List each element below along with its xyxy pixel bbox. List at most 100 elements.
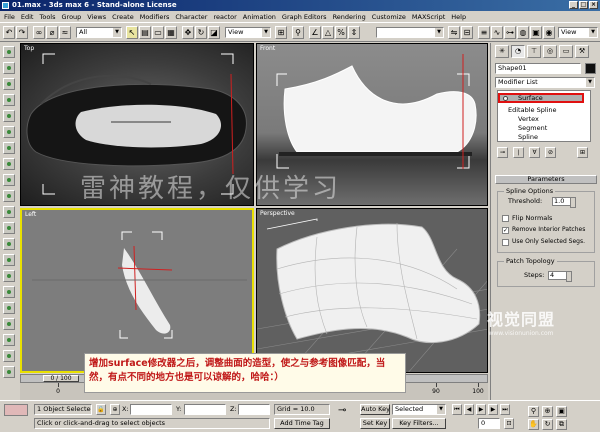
menu-animation[interactable]: Animation [243,13,276,21]
time-config-icon[interactable]: ⊡ [504,418,514,429]
modify-tab-icon[interactable]: ◔ [511,45,525,58]
stack-item-surface[interactable]: Surface [498,93,584,103]
key-mode-dropdown[interactable]: Selected [392,404,446,415]
link-icon[interactable]: ∞ [33,26,45,39]
reactor-tool-icon[interactable] [3,94,15,106]
previous-frame-icon[interactable]: ◀ [464,404,474,415]
remove-interior-checkbox[interactable]: ✓ [502,227,509,234]
viewport-perspective[interactable]: Perspective [256,208,488,373]
threshold-spinner[interactable]: 1.0 [552,197,576,208]
maximize-viewport-icon[interactable]: ⧉ [556,419,567,430]
auto-key-button[interactable]: Auto Key [360,404,390,415]
arc-rotate-icon[interactable]: ↻ [542,419,553,430]
reactor-tool-icon[interactable] [3,110,15,122]
menu-file[interactable]: File [4,13,15,21]
reactor-tool-icon[interactable] [3,222,15,234]
next-frame-icon[interactable]: ▶ [488,404,498,415]
snap-toggle-icon[interactable]: ∠ [309,26,321,39]
select-object-icon[interactable]: ↖ [126,26,138,39]
menu-tools[interactable]: Tools [39,13,55,21]
hierarchy-tab-icon[interactable]: ⊤ [527,45,541,58]
reactor-tool-icon[interactable] [3,270,15,282]
reference-coordinate-dropdown[interactable]: View [225,27,271,38]
angle-snap-icon[interactable]: △ [322,26,334,39]
select-manipulate-icon[interactable]: ⚲ [292,26,304,39]
play-icon[interactable]: ▶ [476,404,486,415]
select-rotate-icon[interactable]: ↻ [195,26,207,39]
lock-selection-icon[interactable]: 🔒 [96,404,106,415]
maximize-button[interactable]: □ [579,1,588,9]
pivot-center-icon[interactable]: ⊞ [275,26,287,39]
zoom-all-icon[interactable]: ⊕ [542,406,553,417]
reactor-tool-icon[interactable] [3,318,15,330]
reactor-tool-icon[interactable] [3,142,15,154]
schematic-view-icon[interactable]: ⊶ [504,26,516,39]
align-icon[interactable]: ⊟ [461,26,473,39]
select-move-icon[interactable]: ✥ [182,26,194,39]
show-end-result-icon[interactable]: ∣ [513,147,524,158]
y-coordinate-field[interactable] [184,404,226,415]
viewport-label[interactable]: Left [25,211,36,218]
menu-modifiers[interactable]: Modifiers [140,13,170,21]
reactor-tool-icon[interactable] [3,254,15,266]
reactor-tool-icon[interactable] [3,206,15,218]
menu-graph-editors[interactable]: Graph Editors [282,13,327,21]
select-by-name-icon[interactable]: ▤ [139,26,151,39]
pin-stack-icon[interactable]: ⊸ [497,147,508,158]
stack-item-spline[interactable]: Spline [518,133,538,141]
curve-editor-icon[interactable]: ∿ [491,26,503,39]
steps-spinner[interactable]: 4 [548,271,572,282]
reactor-tool-icon[interactable] [3,158,15,170]
menu-maxscript[interactable]: MAXScript [412,13,445,21]
viewport-left[interactable]: Left [20,208,254,373]
material-editor-icon[interactable]: ◍ [517,26,529,39]
set-key-button[interactable]: Set Key [360,418,390,429]
use-only-selected-checkbox[interactable] [502,239,509,246]
menu-customize[interactable]: Customize [372,13,406,21]
zoom-extents-icon[interactable]: ▣ [556,406,567,417]
time-slider-thumb[interactable]: 0 / 100 [43,375,79,382]
reactor-tool-icon[interactable] [3,46,15,58]
close-button[interactable]: × [589,1,598,9]
quick-render-icon[interactable]: ◉ [543,26,555,39]
menu-character[interactable]: Character [175,13,207,21]
reactor-tool-icon[interactable] [3,190,15,202]
spinner-snap-icon[interactable]: ⇕ [348,26,360,39]
go-to-end-icon[interactable]: ⏭ [500,404,510,415]
selection-filter-dropdown[interactable]: All [76,27,122,38]
percent-snap-icon[interactable]: % [335,26,347,39]
menu-views[interactable]: Views [87,13,106,21]
window-crossing-icon[interactable]: ▦ [165,26,177,39]
pan-icon[interactable]: ✋ [528,419,539,430]
rect-selection-region-icon[interactable]: ▭ [152,26,164,39]
maxscript-listener[interactable] [4,404,28,416]
minimize-button[interactable]: _ [569,1,578,9]
stack-item-vertex[interactable]: Vertex [518,115,539,123]
stack-item-editable-spline[interactable]: Editable Spline [508,106,557,114]
object-name-field[interactable]: Shape01 [495,63,581,74]
make-unique-icon[interactable]: ∀ [529,147,540,158]
unlink-icon[interactable]: ⌀ [46,26,58,39]
add-time-tag-button[interactable]: Add Time Tag [274,418,330,429]
display-tab-icon[interactable]: ▭ [559,45,573,58]
reactor-tool-icon[interactable] [3,174,15,186]
stack-item-segment[interactable]: Segment [518,124,547,132]
configure-modifier-sets-icon[interactable]: ⊞ [577,147,588,158]
bulb-icon[interactable] [503,96,508,101]
layer-manager-icon[interactable]: ≡ [478,26,490,39]
utilities-tab-icon[interactable]: ⚒ [575,45,589,58]
reactor-tool-icon[interactable] [3,302,15,314]
create-tab-icon[interactable]: ✳ [495,45,509,58]
undo-icon[interactable]: ↶ [3,26,15,39]
render-type-dropdown[interactable]: View [558,27,598,38]
viewport-label[interactable]: Perspective [260,210,295,217]
reactor-tool-icon[interactable] [3,78,15,90]
menu-create[interactable]: Create [112,13,134,21]
menu-reactor[interactable]: reactor [213,13,236,21]
menu-edit[interactable]: Edit [21,13,34,21]
reactor-tool-icon[interactable] [3,126,15,138]
reactor-tool-icon[interactable] [3,286,15,298]
go-to-start-icon[interactable]: ⏮ [452,404,462,415]
bind-space-warp-icon[interactable]: ≈ [59,26,71,39]
reactor-tool-icon[interactable] [3,238,15,250]
